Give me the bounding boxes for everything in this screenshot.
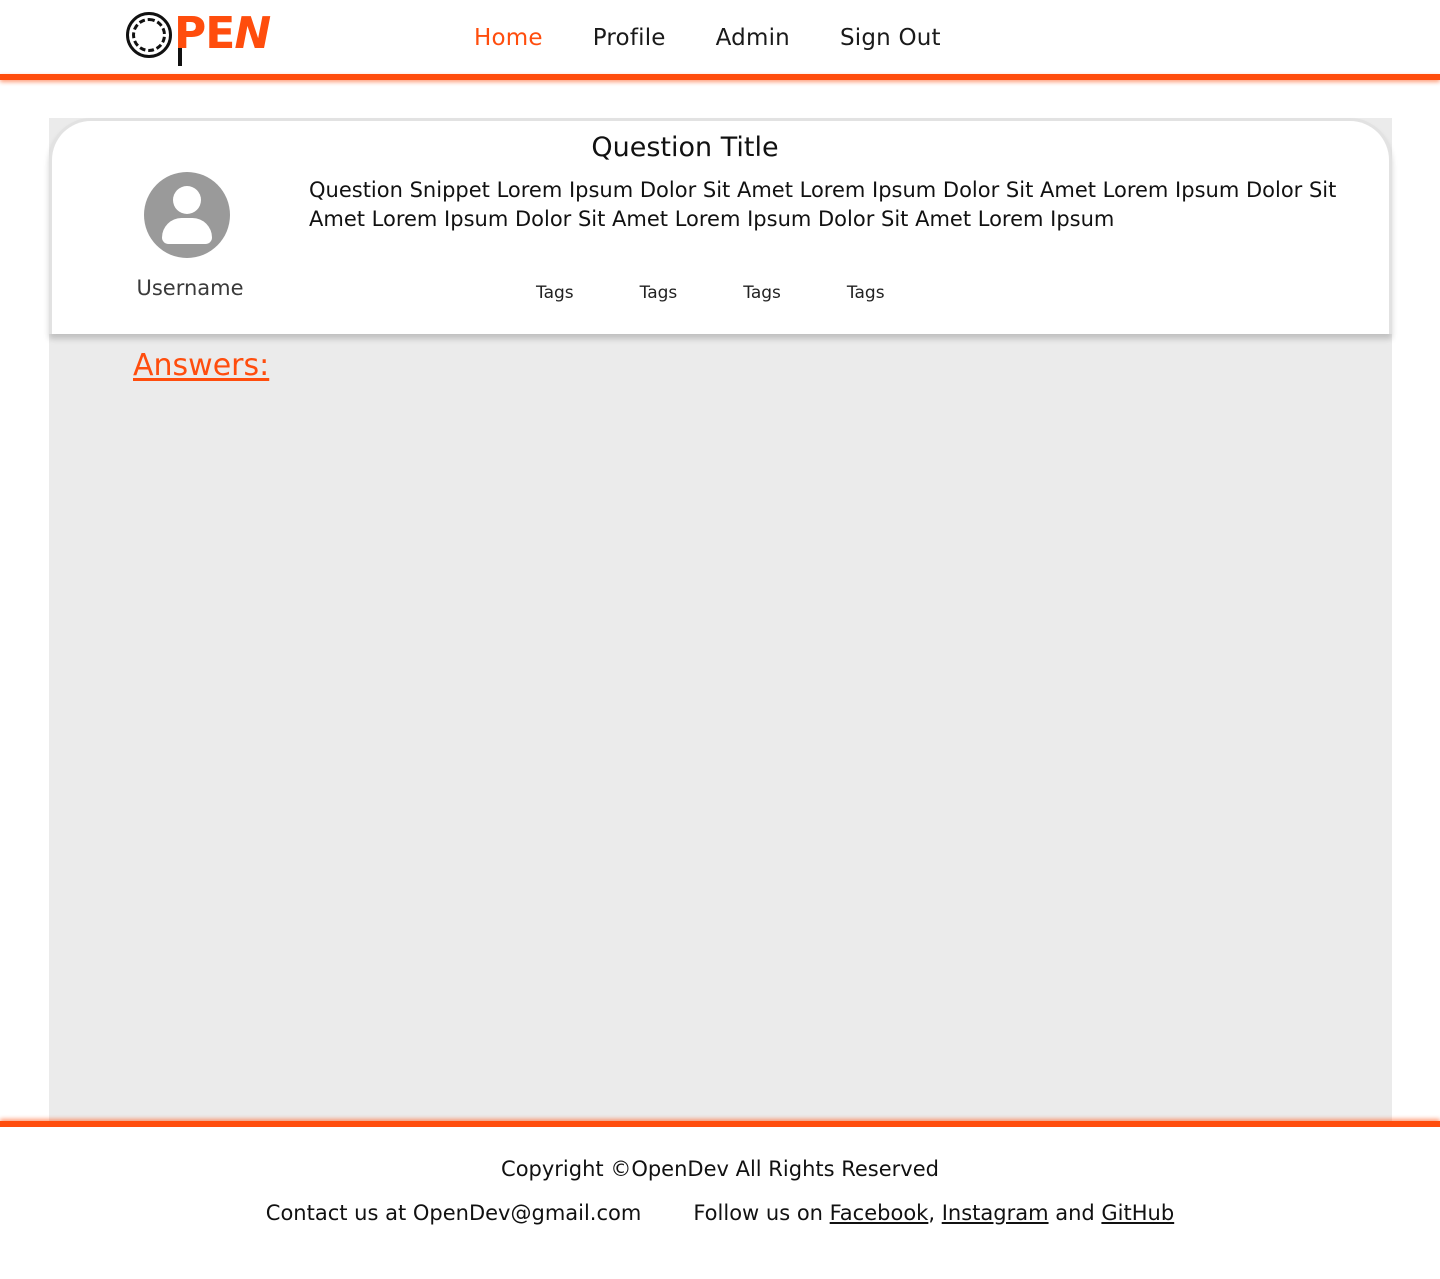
follow-prefix: Follow us on [693, 1201, 830, 1225]
tag-list: Tags Tags Tags Tags [536, 283, 885, 305]
copyright-text: Copyright ©OpenDev All Rights Reserved [501, 1157, 939, 1181]
facebook-link[interactable]: Facebook [830, 1201, 929, 1225]
tag[interactable]: Tags [640, 283, 678, 305]
footer-links: Contact us at OpenDev@gmail.com Follow u… [0, 1201, 1440, 1225]
main-nav: Home Profile Admin Sign Out [474, 22, 941, 54]
username[interactable]: Username [130, 276, 250, 300]
user-avatar-icon[interactable] [144, 172, 230, 258]
answers-heading: Answers: [133, 348, 270, 383]
page: PEN Home Profile Admin Sign Out Username… [0, 0, 1440, 1279]
header: PEN Home Profile Admin Sign Out [0, 0, 1440, 76]
and-text: and [1048, 1201, 1102, 1225]
header-accent-bar [0, 74, 1440, 80]
instagram-link[interactable]: Instagram [942, 1201, 1049, 1225]
logo[interactable]: PEN [124, 8, 284, 66]
tag[interactable]: Tags [743, 283, 781, 305]
question-title[interactable]: Question Title [560, 132, 810, 163]
question-snippet: Question Snippet Lorem Ipsum Dolor Sit A… [309, 178, 1337, 231]
logo-text: PEN [174, 8, 271, 60]
nav-admin-link[interactable]: Admin [716, 25, 790, 51]
nav-sign-out-link[interactable]: Sign Out [840, 25, 941, 51]
github-link[interactable]: GitHub [1101, 1201, 1174, 1225]
logo-ring-icon [126, 12, 172, 58]
tag[interactable]: Tags [847, 283, 885, 305]
tag[interactable]: Tags [536, 283, 574, 305]
comma: , [928, 1201, 942, 1225]
avatar-head [173, 186, 201, 214]
nav-home-link[interactable]: Home [474, 25, 543, 51]
nav-profile-link[interactable]: Profile [593, 25, 666, 51]
logo-wordmark: PEN [174, 8, 271, 59]
follow-text: Follow us on Facebook, Instagram and Git… [693, 1201, 1174, 1225]
contact-text: Contact us at OpenDev@gmail.com [265, 1201, 642, 1225]
avatar-body [162, 218, 212, 244]
